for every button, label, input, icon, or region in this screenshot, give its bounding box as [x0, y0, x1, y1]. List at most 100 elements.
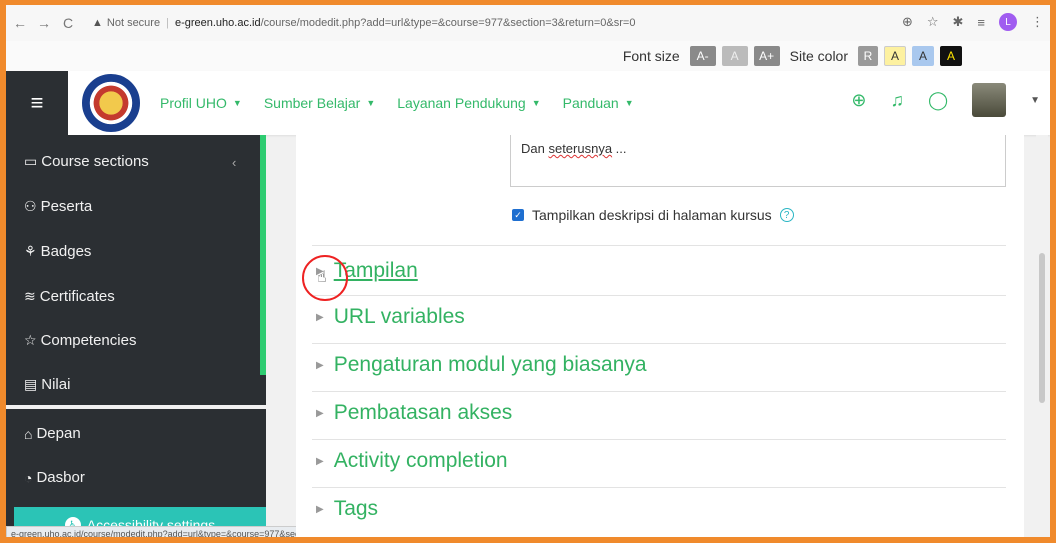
section-url-variables[interactable]: ▶ URL variables: [316, 305, 465, 329]
badge-icon: ⚘: [24, 243, 37, 259]
color-reset-button[interactable]: R: [858, 46, 878, 66]
section-divider: [312, 295, 1006, 296]
address-bar[interactable]: ▲ Not secure | e-green.uho.ac.id /course…: [92, 17, 635, 29]
reload-button[interactable]: C: [58, 15, 78, 31]
dashboard-icon: ◔: [24, 469, 33, 486]
sidebar-item-label: Peserta: [40, 198, 93, 215]
show-description-label: Tampilkan deskripsi di halaman kursus: [532, 207, 772, 223]
section-divider: [312, 245, 1006, 246]
back-button[interactable]: ←: [10, 15, 30, 31]
sidebar-scroll-indicator: [260, 135, 266, 375]
chevron-left-icon[interactable]: ‹: [232, 155, 236, 170]
hamburger-menu-icon[interactable]: ≡: [6, 71, 68, 135]
main-menu: Profil UHO ▼ Sumber Belajar ▼ Layanan Pend…: [160, 95, 634, 111]
address-separator: |: [166, 17, 169, 29]
sidebar-item-badges[interactable]: ⚘ Badges: [24, 243, 91, 260]
expand-triangle-icon: ▶: [316, 503, 324, 515]
color-yellow-button[interactable]: A: [884, 46, 906, 66]
description-tail: ...: [612, 141, 627, 156]
color-black-button[interactable]: A: [940, 46, 962, 66]
sidebar-item-depan[interactable]: ⌂ Depan: [24, 425, 81, 442]
hand-cursor-icon: ☝: [317, 269, 327, 286]
section-activity-completion[interactable]: ▶ Activity completion: [316, 449, 508, 473]
description-textarea[interactable]: Dan seterusnya ...: [510, 135, 1006, 187]
user-menu-caret-icon[interactable]: ▼: [1030, 95, 1040, 106]
browser-icons: ⊕ ☆ ✱ ≡ L ⋮: [902, 13, 1044, 31]
section-label: Pengaturan modul yang biasanya: [333, 353, 647, 376]
sidebar-item-dasbor[interactable]: ◔ Dasbor: [24, 469, 85, 486]
forward-button[interactable]: →: [34, 15, 54, 31]
extensions-icon[interactable]: ✱: [953, 14, 964, 30]
sidebar-item-label: Dasbor: [36, 469, 85, 486]
star-icon: ☆: [24, 332, 37, 348]
menu-profil-uho[interactable]: Profil UHO ▼: [160, 95, 242, 111]
help-icon[interactable]: ?: [779, 208, 794, 222]
section-pembatasan-akses[interactable]: ▶ Pembatasan akses: [316, 401, 512, 425]
caret-down-icon: ▼: [531, 98, 541, 108]
description-text: Dan: [521, 141, 549, 156]
color-blue-button[interactable]: A: [912, 46, 934, 66]
main-content: Dan seterusnya ... ✓ Tampilkan deskripsi…: [296, 135, 1024, 537]
security-label: Not secure: [106, 17, 161, 29]
expand-triangle-icon: ▶: [316, 359, 324, 371]
warning-icon: ▲: [92, 17, 103, 29]
profile-avatar[interactable]: L: [999, 13, 1017, 31]
sidebar-item-label: Certificates: [39, 288, 115, 305]
messages-icon[interactable]: ◯: [928, 90, 948, 111]
section-divider: [312, 439, 1006, 440]
section-label: Tags: [333, 497, 379, 520]
font-reset-button[interactable]: A: [721, 46, 748, 66]
section-pengaturan-modul[interactable]: ▶ Pengaturan modul yang biasanya: [316, 353, 647, 377]
menu-layanan-pendukung-label: Layanan Pendukung: [397, 95, 526, 111]
browser-menu-icon[interactable]: ⋮: [1031, 14, 1044, 30]
show-description-checkbox[interactable]: ✓: [512, 209, 524, 221]
section-label: URL variables: [333, 305, 465, 328]
section-divider: [312, 343, 1006, 344]
site-color-label: Site color: [789, 48, 848, 64]
sidebar-item-nilai[interactable]: ▤ Nilai: [24, 376, 70, 393]
accessibility-toolbar: Font size A- A A+ Site color R A A A: [6, 41, 1050, 71]
section-label: Pembatasan akses: [333, 401, 513, 424]
caret-down-icon: ▼: [366, 98, 376, 108]
sidebar-item-label: Competencies: [40, 332, 137, 349]
expand-triangle-icon: ▶: [316, 311, 324, 323]
uho-logo[interactable]: [82, 74, 140, 132]
home-icon: ⌂: [24, 425, 33, 442]
course-sidebar: ▭ Course sections ‹ ⚇ Peserta ⚘ Badges ≋…: [6, 135, 266, 537]
user-avatar[interactable]: [972, 83, 1007, 117]
folder-icon: ▭: [24, 153, 38, 169]
section-tags[interactable]: ▶ Tags: [316, 497, 378, 521]
address-host: e-green.uho.ac.id: [174, 17, 261, 29]
certificate-icon: ≋: [24, 288, 36, 304]
menu-sumber-belajar[interactable]: Sumber Belajar ▼: [264, 95, 375, 111]
font-size-label: Font size: [622, 48, 680, 64]
menu-panduan-label: Panduan: [562, 95, 619, 111]
users-icon: ⚇: [24, 198, 37, 214]
scrollbar-thumb[interactable]: [1039, 253, 1045, 403]
sidebar-item-peserta[interactable]: ⚇ Peserta: [24, 198, 92, 215]
font-larger-button[interactable]: A+: [753, 46, 780, 66]
sidebar-divider: [6, 405, 266, 409]
sidebar-item-competencies[interactable]: ☆ Competencies: [24, 332, 136, 349]
show-description-row: ✓ Tampilkan deskripsi di halaman kursus …: [512, 207, 794, 223]
address-path: /course/modedit.php?add=url&type=&course…: [260, 17, 636, 29]
menu-layanan-pendukung[interactable]: Layanan Pendukung ▼: [397, 95, 540, 111]
accessibility-settings-button[interactable]: ♿ Accessibility settings: [14, 507, 266, 537]
page-scrollbar[interactable]: [1036, 135, 1048, 537]
language-globe-icon[interactable]: ⊕: [851, 90, 866, 111]
sidebar-item-certificates[interactable]: ≋ Certificates: [24, 288, 115, 305]
reading-list-icon[interactable]: ≡: [977, 15, 985, 30]
menu-panduan[interactable]: Panduan ▼: [563, 95, 634, 111]
bookmark-star-icon[interactable]: ☆: [927, 14, 939, 30]
menu-profil-uho-label: Profil UHO: [160, 95, 227, 111]
browser-toolbar: ← → C ▲ Not secure | e-green.uho.ac.id /…: [6, 5, 1050, 41]
table-icon: ▤: [24, 376, 38, 392]
section-label: Activity completion: [333, 449, 508, 472]
section-divider: [312, 487, 1006, 488]
notification-bell-icon[interactable]: ♫: [890, 90, 904, 111]
section-divider: [312, 391, 1006, 392]
sidebar-item-course-sections[interactable]: ▭ Course sections: [24, 153, 149, 170]
zoom-icon[interactable]: ⊕: [902, 14, 913, 30]
font-smaller-button[interactable]: A-: [689, 46, 716, 66]
caret-down-icon: ▼: [232, 98, 242, 108]
